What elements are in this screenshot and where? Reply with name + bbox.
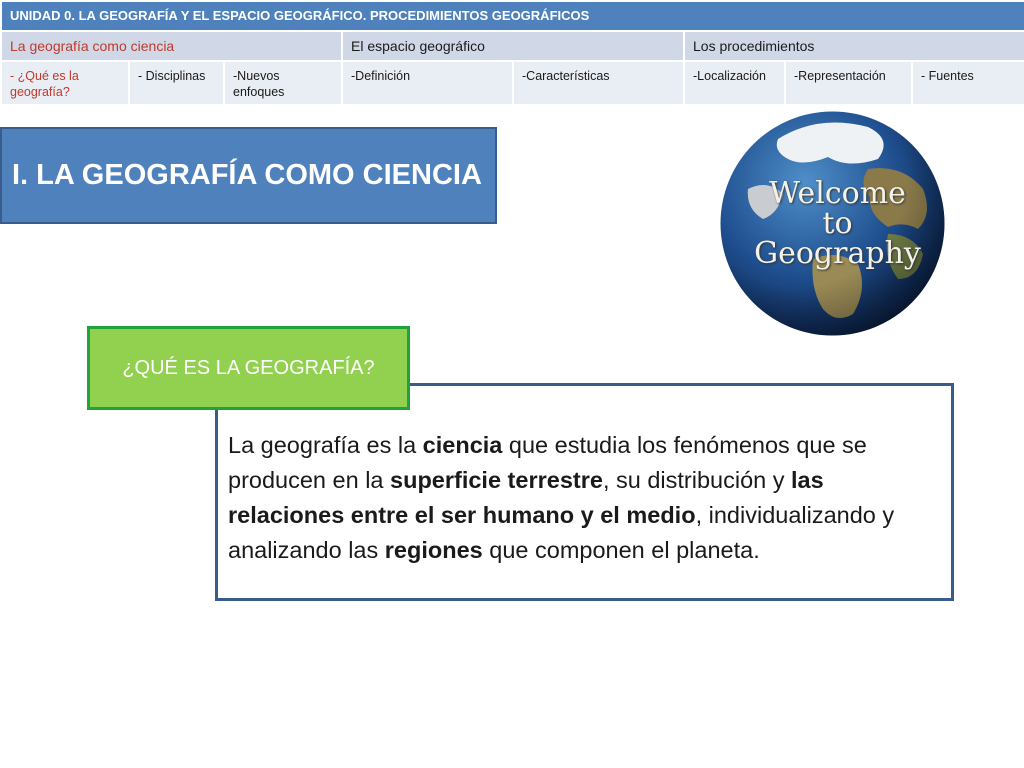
nav-item-representacion[interactable]: -Representación [784,60,913,106]
definition-box: La geografía es la ciencia que estudia l… [215,383,954,601]
definition-text-3: , su distribución y [602,467,792,493]
nav-item-que-es-geografia[interactable]: - ¿Qué es la geografía? [0,60,130,106]
globe-caption: Welcome to Geography [718,109,947,338]
definition-text-1: La geografía es la [228,432,423,458]
globe-image: Welcome to Geography [718,109,947,338]
globe-caption-line-2: to [822,205,853,241]
section-heading: I. LA GEOGRAFÍA COMO CIENCIA [0,127,497,224]
nav-item-localizacion[interactable]: -Localización [683,60,786,106]
definition-bold-superficie: superficie terrestre [390,467,603,493]
nav-item-fuentes[interactable]: - Fuentes [910,60,1024,106]
nav-item-caracteristicas[interactable]: -Características [512,60,685,106]
navigation-table: UNIDAD 0. LA GEOGRAFÍA Y EL ESPACIO GEOG… [0,0,1024,106]
definition-bold-regiones: regiones [384,537,483,563]
nav-section-procedimientos[interactable]: Los procedimientos [682,30,1024,62]
definition-text-5: que componen el planeta. [482,537,760,563]
question-label: ¿QUÉ ES LA GEOGRAFÍA? [87,326,410,410]
nav-item-definicion[interactable]: -Definición [341,60,514,106]
nav-section-espacio-geografico[interactable]: El espacio geográfico [341,30,685,62]
globe-caption-line-3: Geography [754,235,921,271]
globe-caption-line-1: Welcome [769,175,906,211]
nav-item-nuevos-enfoques[interactable]: -Nuevos enfoques [223,60,343,106]
definition-bold-ciencia: ciencia [422,432,503,458]
nav-section-geografia-ciencia[interactable]: La geografía como ciencia [0,30,343,62]
unit-title: UNIDAD 0. LA GEOGRAFÍA Y EL ESPACIO GEOG… [0,0,1024,32]
nav-item-disciplinas[interactable]: - Disciplinas [128,60,225,106]
